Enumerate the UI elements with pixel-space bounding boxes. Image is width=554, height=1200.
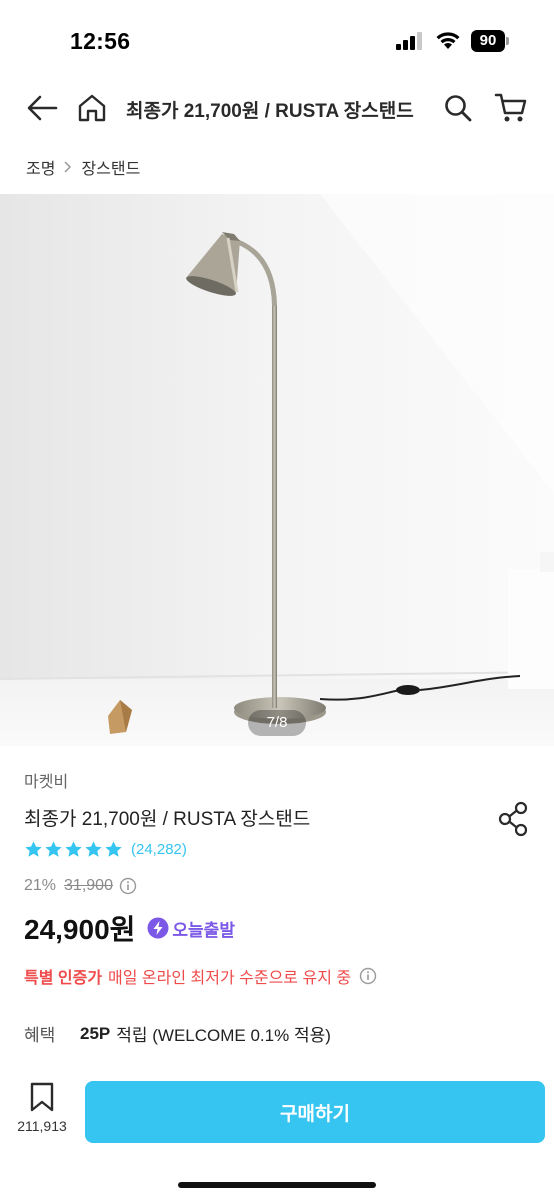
price-info: 24,900원 오늘출발 (24, 908, 235, 948)
bookmark-button[interactable]: 211,913 (12, 1082, 72, 1144)
home-button[interactable] (74, 90, 110, 126)
discount-info: 21% 31,900 (24, 877, 137, 895)
home-indicator (178, 1182, 376, 1188)
buy-button[interactable]: 구매하기 (85, 1081, 545, 1143)
certified-price-title: 특별 인증가 (24, 970, 103, 987)
star-rating (24, 840, 123, 859)
info-icon[interactable] (119, 877, 137, 895)
search-icon (445, 95, 472, 122)
product-name: 최종가 21,700원 / RUSTA 장스탠드 (24, 809, 311, 830)
back-arrow-icon (27, 95, 58, 121)
share-icon (498, 801, 528, 837)
image-counter: 7/8 (248, 710, 306, 736)
star-icon (65, 841, 82, 857)
star-icon (45, 841, 62, 857)
same-day-shipping-badge: 오늘출발 (147, 916, 235, 941)
share-button[interactable] (496, 800, 532, 838)
info-icon[interactable] (359, 967, 377, 985)
back-button[interactable] (24, 90, 60, 126)
status-time: 12:56 (70, 28, 131, 54)
top-navigation: 최종가 21,700원 / RUSTA 장스탠드 (0, 84, 554, 134)
sale-price: 24,900원 (24, 914, 136, 945)
star-icon (25, 841, 42, 857)
page-title: 최종가 21,700원 / RUSTA 장스탠드 (126, 101, 414, 122)
wifi-icon (436, 32, 460, 49)
rating[interactable]: (24,282) (24, 840, 187, 859)
discount-rate: 21% (24, 877, 57, 894)
benefit-info: 혜택 25P 적립 (WELCOME 0.1% 적용) (24, 1021, 331, 1046)
breadcrumb-item-lighting[interactable]: 조명 (26, 155, 55, 179)
certified-price-description: 매일 온라인 최저가 수준으로 유지 중 (108, 970, 352, 987)
cart-icon (494, 93, 527, 122)
product-image[interactable] (0, 194, 554, 746)
star-icon (85, 841, 102, 857)
benefit-points: 25P (80, 1023, 111, 1043)
benefit-description: 적립 (WELCOME 0.1% 적용) (116, 1026, 331, 1045)
delivery-badge-label: 오늘출발 (172, 920, 235, 940)
seller-name[interactable]: 마켓비 (24, 768, 68, 792)
breadcrumb: 조명 장스탠드 (26, 155, 140, 179)
bookmark-icon (30, 1082, 54, 1112)
certified-price-notice: 특별 인증가 매일 온라인 최저가 수준으로 유지 중 (24, 964, 377, 988)
search-button[interactable] (440, 90, 476, 126)
star-icon (105, 841, 122, 857)
battery-icon: 90 (471, 30, 509, 52)
cellular-signal-icon (396, 32, 422, 50)
home-icon (78, 94, 106, 122)
chevron-right-icon (64, 161, 72, 173)
lightning-icon (147, 917, 169, 939)
bookmark-count: 211,913 (17, 1118, 67, 1134)
battery-level: 90 (471, 30, 505, 52)
breadcrumb-item-floor-lamp[interactable]: 장스탠드 (81, 155, 140, 179)
review-count[interactable]: (24,282) (131, 841, 187, 858)
benefit-label: 혜택 (24, 1026, 56, 1045)
original-price: 31,900 (64, 877, 113, 894)
cart-button[interactable] (492, 90, 530, 126)
floor-lamp-photo (0, 194, 554, 746)
status-bar: 12:56 90 (0, 0, 554, 84)
